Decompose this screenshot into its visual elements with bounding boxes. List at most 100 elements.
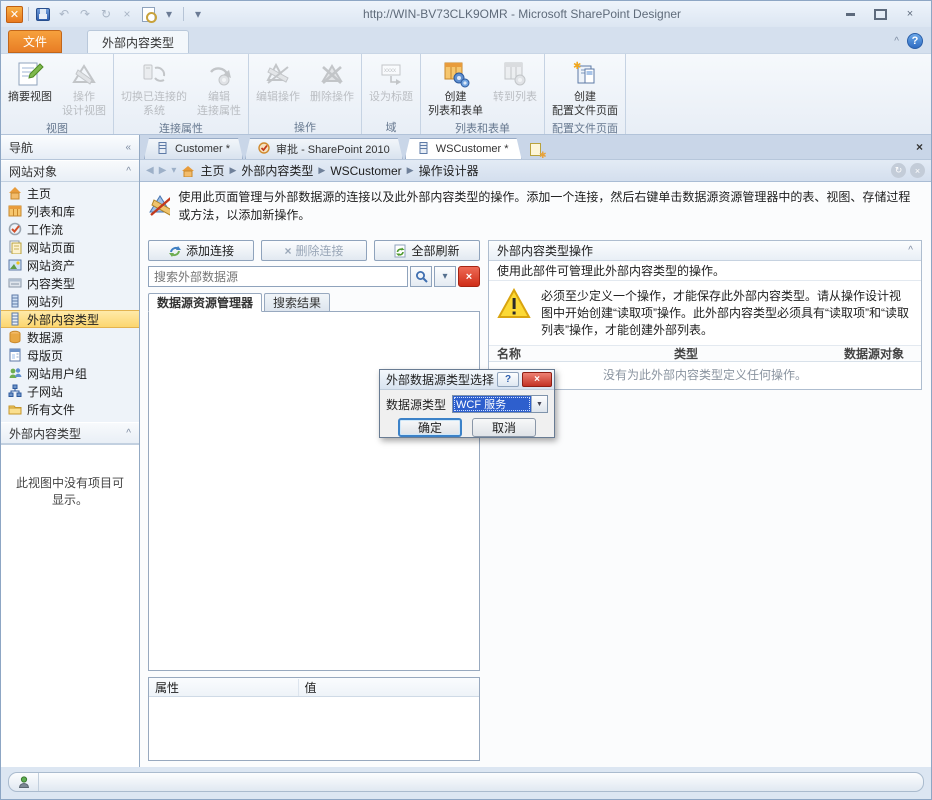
operations-design-view-button[interactable]: 操作 设计视图 (57, 55, 111, 118)
sidebar-item-subsites[interactable]: 子网站 (1, 382, 139, 400)
history-dropdown-icon[interactable]: ▾ (171, 165, 176, 176)
help-icon[interactable]: ? (907, 33, 923, 49)
operations-panel-subtitle: 使用此部件可管理此外部内容类型的操作。 (489, 261, 921, 281)
edit-connection-properties-button[interactable]: 编辑 连接属性 (192, 55, 246, 118)
data-source-explorer[interactable] (148, 311, 480, 671)
sidebar-item-content-types[interactable]: 内容类型 (1, 274, 139, 292)
button-label: 设计视图 (62, 105, 106, 117)
collapse-ribbon-icon[interactable]: ^ (894, 36, 899, 47)
combo-arrow-icon[interactable]: ▼ (531, 396, 547, 412)
home-icon (9, 187, 21, 200)
sidebar-item-lists-libraries[interactable]: 列表和库 (1, 202, 139, 220)
search-options-dropdown-icon[interactable]: ▾ (434, 266, 456, 287)
go-to-list-button[interactable]: 转到列表 (488, 55, 542, 118)
data-sources-icon (9, 330, 21, 344)
close-button[interactable]: × (897, 6, 923, 23)
create-lists-forms-button[interactable]: 创建 列表和表单 (423, 55, 488, 118)
section-site-objects[interactable]: 网站对象 ^ (1, 160, 139, 182)
search-icon[interactable] (410, 266, 432, 287)
dialog-title-bar[interactable]: 外部数据源类型选择 ? × (380, 370, 554, 390)
section-external-content-types[interactable]: 外部内容类型 ^ (1, 422, 139, 444)
preview-dropdown[interactable]: ▾ (160, 5, 178, 23)
clear-search-icon[interactable]: × (458, 266, 480, 287)
sidebar-item-data-sources[interactable]: 数据源 (1, 328, 139, 346)
item-label: 主页 (27, 186, 52, 201)
tab-search-results[interactable]: 搜索结果 (264, 293, 331, 312)
switch-connected-system-button[interactable]: 切换已连接的 系统 (116, 55, 192, 118)
home-icon[interactable] (181, 165, 195, 177)
app-icon[interactable]: ✕ (6, 5, 23, 23)
breadcrumb-home[interactable]: 主页 (200, 162, 224, 179)
sidebar-item-external-content-types[interactable]: 外部内容类型 (1, 310, 139, 328)
lists-icon (8, 205, 22, 217)
data-source-type-select[interactable]: WCF 服务 ▼ (452, 395, 548, 413)
group-label: 配置文件页面 (552, 123, 618, 135)
sidebar-item-site-assets[interactable]: 网站资产 (1, 256, 139, 274)
collapse-nav-icon[interactable]: « (125, 142, 131, 153)
sidebar-item-site-groups[interactable]: 网站用户组 (1, 364, 139, 382)
item-label: 网站页面 (27, 240, 76, 255)
page-description-row: 使用此页面管理与外部数据源的连接以及此外部内容类型的操作。添加一个连接，然后右键… (148, 188, 921, 224)
sidebar-item-all-files[interactable]: 所有文件 (1, 400, 139, 418)
switch-system-icon (139, 59, 169, 89)
doc-tab-wscustomer[interactable]: WSCustomer * (405, 138, 522, 159)
preview-button[interactable] (139, 5, 157, 23)
dialog-help-icon[interactable]: ? (497, 372, 520, 387)
sidebar-item-home[interactable]: 主页 (1, 184, 139, 202)
edit-operation-button[interactable]: 编辑操作 (251, 55, 305, 117)
close-tab-icon[interactable]: × (916, 140, 923, 154)
maximize-button[interactable] (867, 6, 893, 23)
refresh-all-button[interactable]: 全部刷新 (374, 240, 480, 261)
tab-data-source-explorer[interactable]: 数据源资源管理器 (148, 293, 263, 312)
forward-icon[interactable]: ▶ (159, 165, 167, 176)
ok-button[interactable]: 确定 (398, 418, 462, 437)
sidebar-item-master-pages[interactable]: 母版页 (1, 346, 139, 364)
cancel-button[interactable]: 取消 (472, 418, 536, 437)
dialog-close-icon[interactable]: × (522, 372, 552, 387)
add-connection-button[interactable]: 添加连接 (148, 240, 254, 261)
summary-view-button[interactable]: 摘要视图 (3, 55, 57, 118)
save-button[interactable] (34, 5, 52, 23)
close-page-icon[interactable]: × (910, 163, 925, 178)
search-input[interactable] (148, 266, 408, 287)
refresh-all-icon (394, 244, 406, 257)
status-pill (8, 772, 924, 792)
back-icon[interactable]: ◀ (146, 165, 154, 176)
workflow-icon (8, 222, 22, 236)
button-label: 转到列表 (493, 91, 537, 103)
user-status-cell[interactable] (9, 773, 39, 791)
new-tab-button[interactable]: ✱ (527, 143, 547, 160)
collapse-panel-icon[interactable]: ^ (908, 245, 913, 256)
doc-tab-customer[interactable]: Customer * (144, 138, 243, 159)
stop-button[interactable]: × (118, 5, 136, 23)
remove-connection-button[interactable]: × 删除连接 (261, 240, 367, 261)
sidebar-item-site-pages[interactable]: 网站页面 (1, 238, 139, 256)
operation-designer-page: 使用此页面管理与外部数据源的连接以及此外部内容类型的操作。添加一个连接，然后右键… (140, 182, 931, 769)
item-label: 子网站 (27, 384, 64, 399)
set-as-title-button[interactable]: xxxx 设为标题 (364, 55, 418, 117)
column-header-data-source-object: 数据源对象 (844, 347, 905, 361)
button-label: 设为标题 (369, 91, 413, 103)
redo-button[interactable]: ↷ (76, 5, 94, 23)
set-as-title-icon: xxxx (376, 59, 406, 89)
undo-button[interactable]: ↶ (55, 5, 73, 23)
refresh-page-icon[interactable]: ↻ (891, 163, 906, 178)
breadcrumb-wscustomer[interactable]: WSCustomer (330, 164, 401, 178)
breadcrumb-operation-designer[interactable]: 操作设计器 (419, 162, 479, 179)
main-content: Customer * 审批 - SharePoint 2010 WSCustom… (140, 135, 931, 769)
all-files-icon (8, 405, 22, 415)
operations-table-header: 名称 类型 数据源对象 (489, 345, 921, 362)
column-header-property: 属性 (155, 680, 180, 695)
file-tab[interactable]: 文件 (8, 30, 63, 53)
doc-tab-approval-workflow[interactable]: 审批 - SharePoint 2010 (245, 138, 403, 159)
refresh-button[interactable]: ↻ (97, 5, 115, 23)
customize-qat-button[interactable]: ▾ (189, 5, 207, 23)
create-profile-page-button[interactable]: ✱ 创建 配置文件页面 (547, 55, 623, 118)
delete-operation-button[interactable]: 删除操作 (305, 55, 359, 117)
sidebar-item-site-columns[interactable]: 网站列 (1, 292, 139, 310)
sidebar-item-workflows[interactable]: 工作流 (1, 220, 139, 238)
minimize-button[interactable] (837, 6, 863, 23)
column-header-type: 类型 (674, 347, 699, 361)
tab-external-content-type[interactable]: 外部内容类型 (87, 30, 190, 53)
breadcrumb-external-content-types[interactable]: 外部内容类型 (241, 162, 313, 179)
